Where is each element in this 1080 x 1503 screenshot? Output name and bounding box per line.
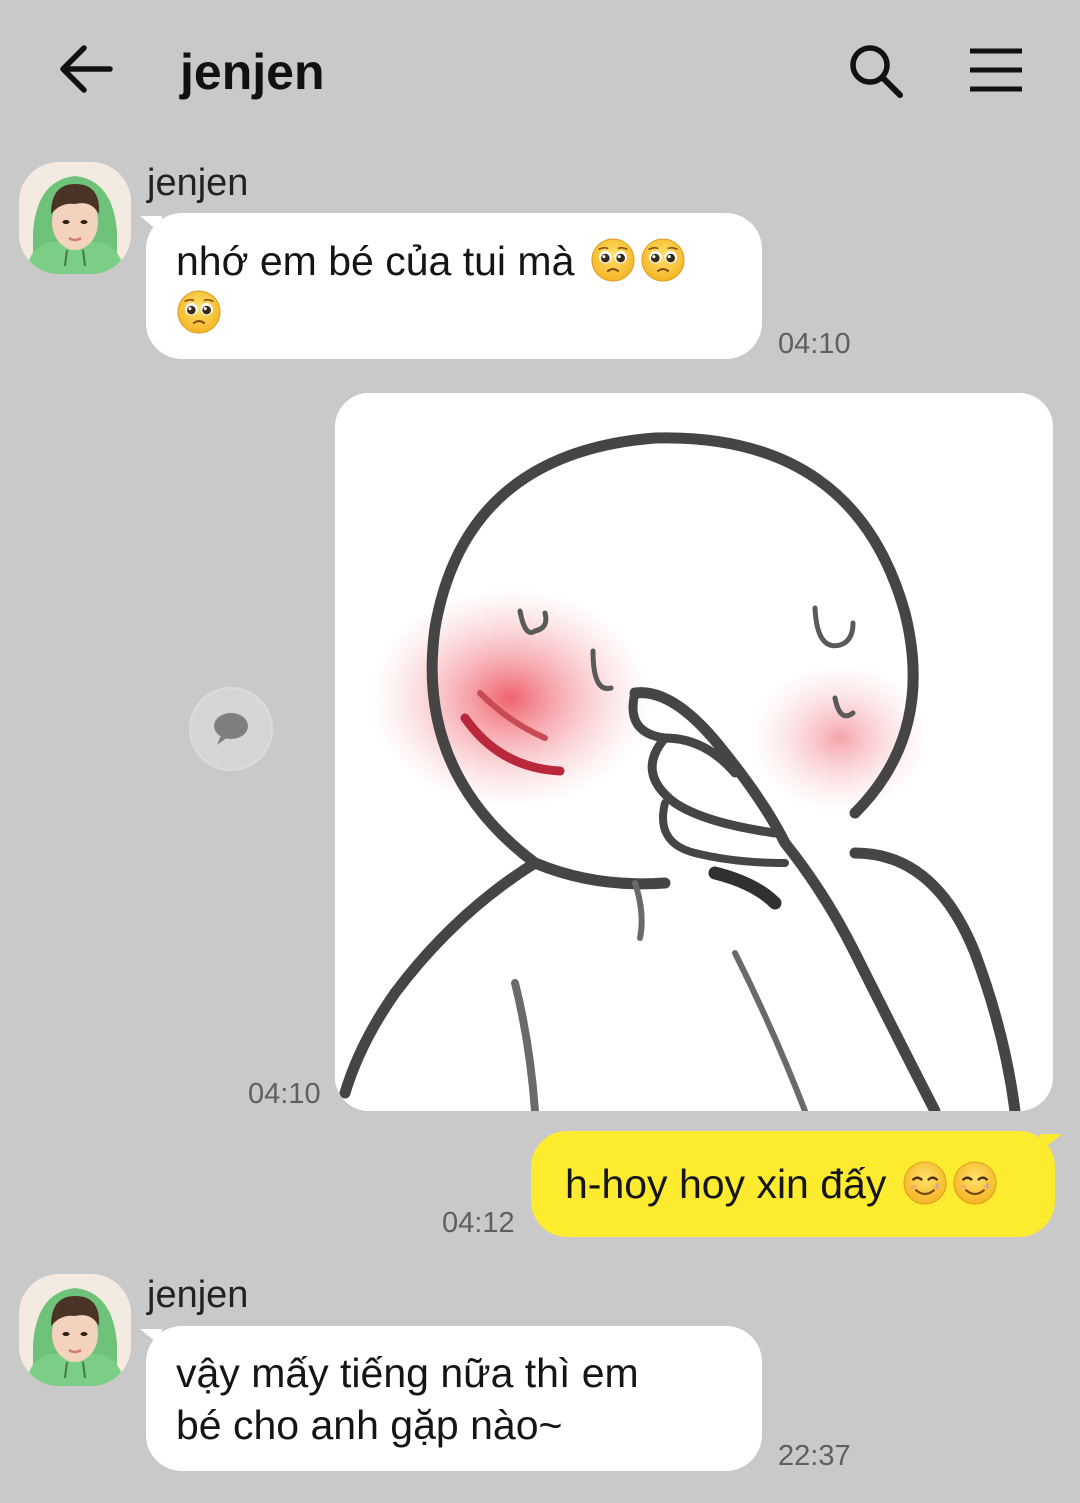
sender-name: jenjen — [147, 1274, 249, 1316]
search-button[interactable] — [846, 42, 906, 100]
message-time: 22:37 — [778, 1440, 851, 1472]
hamburger-menu-icon — [970, 48, 1022, 92]
chat-header: jenjen — [0, 0, 1080, 140]
blushing-cartoon-face-sticker — [335, 393, 1053, 1111]
message-text: h-hoy hoy xin đấy — [565, 1161, 887, 1207]
sender-name: jenjen — [147, 162, 249, 204]
message-bubble-incoming[interactable]: vậy mấy tiếng nữa thì em bé cho anh gặp … — [146, 1326, 762, 1471]
avatar-image — [19, 1274, 131, 1386]
message-text-line: vậy mấy tiếng nữa thì em — [176, 1350, 639, 1396]
pleading-face-emoji-icon — [176, 289, 222, 335]
share-button[interactable] — [189, 687, 273, 771]
message-bubble-outgoing[interactable]: h-hoy hoy xin đấy — [531, 1131, 1055, 1237]
chat-title: jenjen — [180, 44, 325, 100]
message-text: nhớ em bé của tui mà — [176, 238, 575, 284]
message-text-line: bé cho anh gặp nào~ — [176, 1402, 563, 1448]
avatar[interactable] — [19, 162, 131, 274]
sticker-image[interactable] — [335, 393, 1053, 1111]
arrow-left-icon — [60, 45, 113, 93]
smiling-face-with-tear-emoji-icon — [952, 1160, 997, 1206]
avatar-image — [19, 162, 131, 274]
back-button[interactable] — [58, 42, 116, 96]
message-bubble-incoming[interactable]: nhớ em bé của tui mà — [146, 213, 762, 359]
pleading-face-emoji-icon — [590, 237, 635, 283]
smiling-face-with-tear-emoji-icon — [902, 1160, 947, 1206]
message-time: 04:10 — [778, 328, 851, 360]
message-time: 04:10 — [248, 1078, 321, 1110]
menu-button[interactable] — [968, 46, 1024, 94]
pleading-face-emoji-icon — [640, 237, 685, 283]
avatar[interactable] — [19, 1274, 131, 1386]
message-time: 04:12 — [442, 1207, 515, 1239]
speech-bubble-icon — [214, 713, 248, 745]
search-icon — [850, 45, 903, 98]
